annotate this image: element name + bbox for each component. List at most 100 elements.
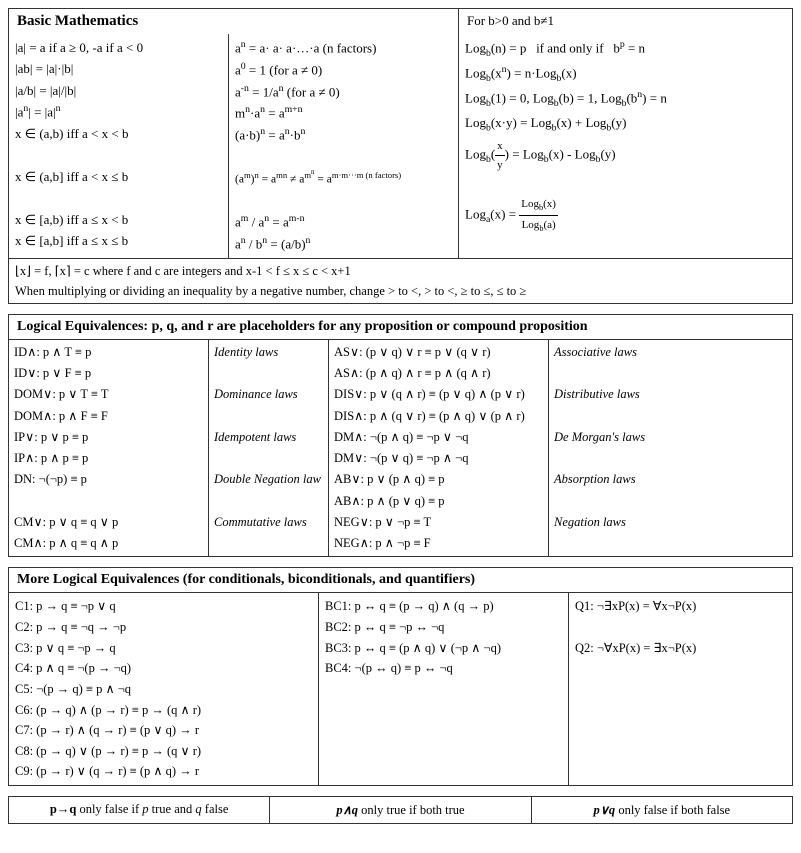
bm-line: an = a· a· a·…·a (n factors) [235,37,452,59]
le-line: DN: ¬(¬p) ≡ p [14,469,203,490]
bm-line: x ∈ (a,b] iff a < x ≤ b [15,166,222,187]
le-line: IP∨: p ∨ p ≡ p [14,427,203,448]
le-line: AB∨: p ∨ (p ∧ q) ≡ p [334,469,543,490]
le-line [214,533,323,554]
bm-line: Logb(1) = 0, Logb(b) = 1, Logb(bn) = n [465,87,786,112]
bm-line: (am)n = amn ≠ amn = am·m···m (n factors) [235,167,452,190]
mle-content: C1: p → q ≡ ¬p ∨ q C2: p → q ≡ ¬q → ¬p C… [9,593,792,785]
mle-col1: C1: p → q ≡ ¬p ∨ q C2: p → q ≡ ¬q → ¬p C… [9,593,319,785]
le-line: DOM∨: p ∨ T ≡ T [14,384,203,405]
le-line [554,491,787,512]
le-col1: ID∧: p ∧ T ≡ p ID∨: p ∨ F ≡ p DOM∨: p ∨ … [9,340,209,557]
mle-header: More Logical Equivalences (for condition… [9,568,792,593]
le-associative-laws-label: Associative laws [554,342,787,363]
bm-line: x ∈ [a,b) iff a ≤ x < b [15,209,222,230]
mle-line: C1: p → q ≡ ¬p ∨ q [15,596,312,617]
mle-line: Q1: ¬∃xP(x) = ∀x¬P(x) [575,596,786,617]
le-line: IP∧: p ∧ p ≡ p [14,448,203,469]
bm-line: x ∈ [a,b] iff a ≤ x ≤ b [15,230,222,251]
bottom-cell-or: p∨q only false if both false [532,797,792,823]
mle-col2: BC1: p ↔ q ≡ (p → q) ∧ (q → p) BC2: p ↔ … [319,593,569,785]
bm-footer-line2: When multiplying or dividing an inequali… [15,281,786,301]
bottom-cell-conditional: p→q only false if p true and q false [9,797,270,823]
le-line: Dominance laws [214,384,323,405]
bm-line [235,190,452,211]
le-col2: Identity laws Dominance laws Idempotent … [209,340,329,557]
le-subtitle: p, q, and r are placeholders for any pro… [148,319,588,334]
le-line: Absorption laws [554,469,787,490]
le-line: Distributive laws [554,384,787,405]
bm-col3: Logb(n) = p if and only if bp = n Logb(x… [459,34,792,258]
le-header: Logical Equivalences: p, q, and r are pl… [9,315,792,340]
mle-line: C2: p → q ≡ ¬q → ¬p [15,617,312,638]
le-line: Commutative laws [214,512,323,533]
le-line: ID∧: p ∧ T ≡ p [14,342,203,363]
le-line: Idempotent laws [214,427,323,448]
bm-line [235,146,452,167]
mle-line: C9: (p → r) ∨ (q → r) ≡ (p ∧ q) → r [15,761,312,782]
le-line [554,406,787,427]
le-col3: AS∨: (p ∨ q) ∨ r ≡ p ∨ (q ∨ r) AS∧: (p ∧… [329,340,549,557]
le-line: DIS∧: p ∧ (q ∨ r) ≡ (p ∧ q) ∨ (p ∧ r) [334,406,543,427]
le-line: De Morgan's laws [554,427,787,448]
bm-line: Loga(x) = Logb(x)Logb(a) [465,195,786,236]
le-line: ID∨: p ∨ F ≡ p [14,363,203,384]
mle-line: BC4: ¬(p ↔ q) ≡ p ↔ ¬q [325,658,562,679]
le-line: Negation laws [554,512,787,533]
mle-line: BC2: p ↔ q ≡ ¬p ↔ ¬q [325,617,562,638]
le-line [14,491,203,512]
bm-line: Logb(xy) = Logb(x) - Logb(y) [465,137,786,174]
le-line: CM∧: p ∧ q ≡ q ∧ p [14,533,203,554]
bm-line: am / an = am-n [235,211,452,233]
basic-math-section: Basic Mathematics For b>0 and b≠1 |a| = … [8,8,793,304]
mle-line [575,617,786,638]
le-line [214,363,323,384]
mle-line: BC1: p ↔ q ≡ (p → q) ∧ (q → p) [325,596,562,617]
mle-line: C7: (p → r) ∧ (q → r) ≡ (p ∨ q) → r [15,720,312,741]
bm-col1: |a| = a if a ≥ 0, -a if a < 0 |ab| = |a|… [9,34,229,258]
bm-line: x ∈ (a,b) iff a < x < b [15,123,222,144]
bottom-row: p→q only false if p true and q false p∧q… [8,796,793,824]
mle-line: C3: p ∨ q ≡ ¬p → q [15,638,312,659]
bm-line: Logb(xn) = n·Logb(x) [465,62,786,87]
le-line: DM∨: ¬(p ∨ q) ≡ ¬p ∧ ¬q [334,448,543,469]
logical-equiv-section: Logical Equivalences: p, q, and r are pl… [8,314,793,558]
le-line: AB∧: p ∧ (p ∨ q) ≡ p [334,491,543,512]
basic-math-title: Basic Mathematics [9,9,459,34]
bm-footer: ⌊x⌋ = f, ⌈x⌉ = c where f and c are integ… [9,258,792,303]
mle-line: C6: (p → q) ∧ (p → r) ≡ p → (q ∧ r) [15,700,312,721]
le-line: CM∨: p ∨ q ≡ q ∨ p [14,512,203,533]
mle-line: BC3: p ↔ q ≡ (p ∧ q) ∨ (¬p ∧ ¬q) [325,638,562,659]
le-col4: Associative laws Distributive laws De Mo… [549,340,792,557]
le-line: AS∨: (p ∨ q) ∨ r ≡ p ∨ (q ∨ r) [334,342,543,363]
le-line: Double Negation law [214,469,323,490]
le-line: Identity laws [214,342,323,363]
le-line: NEG∨: p ∨ ¬p ≡ T [334,512,543,533]
bm-line: mn·an = am+n [235,102,452,124]
mle-line: C5: ¬(p → q) ≡ p ∧ ¬q [15,679,312,700]
bm-line [465,174,786,195]
le-line [554,363,787,384]
le-line: DOM∧: p ∧ F ≡ F [14,406,203,427]
bm-line: |ab| = |a|·|b| [15,58,222,79]
bm-line: an / bn = (a/b)n [235,233,452,255]
mle-line: C4: p ∧ q ≡ ¬(p → ¬q) [15,658,312,679]
le-line: DIS∨: p ∨ (q ∧ r) ≡ (p ∨ q) ∧ (p ∨ r) [334,384,543,405]
bm-line: a-n = 1/an (for a ≠ 0) [235,81,452,103]
bm-line [15,187,222,208]
bm-footer-line1: ⌊x⌋ = f, ⌈x⌉ = c where f and c are integ… [15,261,786,281]
bm-col2: an = a· a· a·…·a (n factors) a0 = 1 (for… [229,34,459,258]
le-grid: ID∧: p ∧ T ≡ p ID∨: p ∨ F ≡ p DOM∨: p ∨ … [9,340,792,557]
bm-line: a0 = 1 (for a ≠ 0) [235,59,452,81]
more-le-section: More Logical Equivalences (for condition… [8,567,793,786]
bm-line: |an| = |a|n [15,101,222,123]
mle-col3: Q1: ¬∃xP(x) = ∀x¬P(x) Q2: ¬∀xP(x) = ∃x¬P… [569,593,792,785]
bottom-cell-and: p∧q only true if both true [270,797,531,823]
basic-math-content: |a| = a if a ≥ 0, -a if a < 0 |ab| = |a|… [9,34,792,258]
basic-math-header: Basic Mathematics For b>0 and b≠1 [9,9,792,34]
le-line [214,448,323,469]
bm-line: (a·b)n = an·bn [235,124,452,146]
le-line [554,448,787,469]
le-line [214,406,323,427]
mle-line: Q2: ¬∀xP(x) = ∃x¬P(x) [575,638,786,659]
